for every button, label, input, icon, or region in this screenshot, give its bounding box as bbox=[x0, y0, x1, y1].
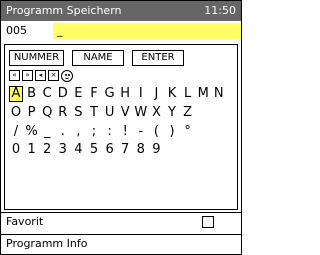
char-key[interactable]: B bbox=[25, 86, 39, 102]
char-key[interactable]: P bbox=[25, 105, 39, 121]
char-key[interactable]: L bbox=[181, 86, 195, 102]
title-bar: Programm Speichern 11:50 bbox=[1, 1, 241, 21]
favorit-row[interactable]: Favorit bbox=[1, 212, 241, 230]
char-key[interactable]: ) bbox=[165, 124, 179, 140]
char-key[interactable]: 8 bbox=[134, 142, 148, 158]
clock: 11:50 bbox=[204, 4, 236, 17]
favorit-checkbox[interactable] bbox=[202, 216, 214, 228]
program-info-label: Programm Info bbox=[6, 237, 88, 250]
char-key[interactable]: 0 bbox=[9, 142, 23, 158]
name-input[interactable]: _ bbox=[53, 23, 241, 39]
char-key[interactable]: N bbox=[212, 86, 226, 102]
char-key[interactable]: Q bbox=[40, 105, 54, 121]
char-key[interactable]: ( bbox=[149, 124, 163, 140]
char-key[interactable]: - bbox=[134, 124, 148, 140]
program-number: 005 bbox=[6, 24, 27, 37]
char-key[interactable]: I bbox=[134, 86, 148, 102]
char-key[interactable]: / bbox=[9, 124, 23, 140]
screen: Programm Speichern 11:50 005 _ NUMMER NA… bbox=[0, 0, 242, 255]
char-key[interactable]: ° bbox=[181, 124, 195, 140]
char-key[interactable]: G bbox=[103, 86, 117, 102]
mode-name-button[interactable]: NAME bbox=[72, 50, 124, 66]
char-key[interactable]: O bbox=[9, 105, 23, 121]
smiley-icon[interactable] bbox=[61, 70, 73, 82]
char-key[interactable]: E bbox=[71, 86, 85, 102]
char-key[interactable]: 6 bbox=[103, 142, 117, 158]
mode-nummer-button[interactable]: NUMMER bbox=[9, 50, 64, 66]
char-key[interactable]: 9 bbox=[149, 142, 163, 158]
char-key[interactable]: K bbox=[165, 86, 179, 102]
char-key[interactable]: _ bbox=[40, 124, 54, 140]
char-key[interactable]: M bbox=[196, 86, 210, 102]
char-key[interactable]: Y bbox=[165, 105, 179, 121]
next-icon[interactable]: » bbox=[22, 70, 33, 81]
char-key[interactable]: ; bbox=[87, 124, 101, 140]
character-keyboard: NUMMER NAME ENTER « » ◂ × ABCDEFGHIJKLMN… bbox=[4, 44, 238, 210]
char-key[interactable]: J bbox=[149, 86, 163, 102]
char-key[interactable]: X bbox=[149, 105, 163, 121]
char-key[interactable]: 5 bbox=[87, 142, 101, 158]
char-key[interactable]: H bbox=[118, 86, 132, 102]
delete-icon[interactable]: × bbox=[48, 70, 59, 81]
input-row: 005 _ bbox=[1, 22, 241, 40]
favorit-label: Favorit bbox=[6, 215, 44, 228]
mode-enter-button[interactable]: ENTER bbox=[132, 50, 184, 66]
char-key[interactable]: S bbox=[71, 105, 85, 121]
char-key[interactable]: . bbox=[56, 124, 70, 140]
backspace-icon[interactable]: ◂ bbox=[35, 70, 46, 81]
char-key[interactable]: A bbox=[9, 86, 23, 102]
char-key[interactable]: ! bbox=[118, 124, 132, 140]
char-key[interactable]: R bbox=[56, 105, 70, 121]
char-key[interactable]: 2 bbox=[40, 142, 54, 158]
prev-icon[interactable]: « bbox=[9, 70, 20, 81]
char-key[interactable]: , bbox=[71, 124, 85, 140]
char-key[interactable]: 7 bbox=[118, 142, 132, 158]
char-key[interactable]: % bbox=[25, 124, 39, 140]
char-key[interactable]: W bbox=[134, 105, 148, 121]
char-key[interactable]: D bbox=[56, 86, 70, 102]
char-key[interactable]: C bbox=[40, 86, 54, 102]
char-key[interactable]: U bbox=[103, 105, 117, 121]
char-key[interactable]: T bbox=[87, 105, 101, 121]
char-key[interactable]: 4 bbox=[71, 142, 85, 158]
char-key[interactable]: F bbox=[87, 86, 101, 102]
char-key[interactable]: Z bbox=[181, 105, 195, 121]
char-key[interactable]: 3 bbox=[56, 142, 70, 158]
char-key[interactable]: : bbox=[103, 124, 117, 140]
screen-title: Programm Speichern bbox=[6, 4, 122, 17]
char-key[interactable]: V bbox=[118, 105, 132, 121]
program-info-row[interactable]: Programm Info bbox=[1, 234, 241, 252]
char-key[interactable]: 1 bbox=[25, 142, 39, 158]
